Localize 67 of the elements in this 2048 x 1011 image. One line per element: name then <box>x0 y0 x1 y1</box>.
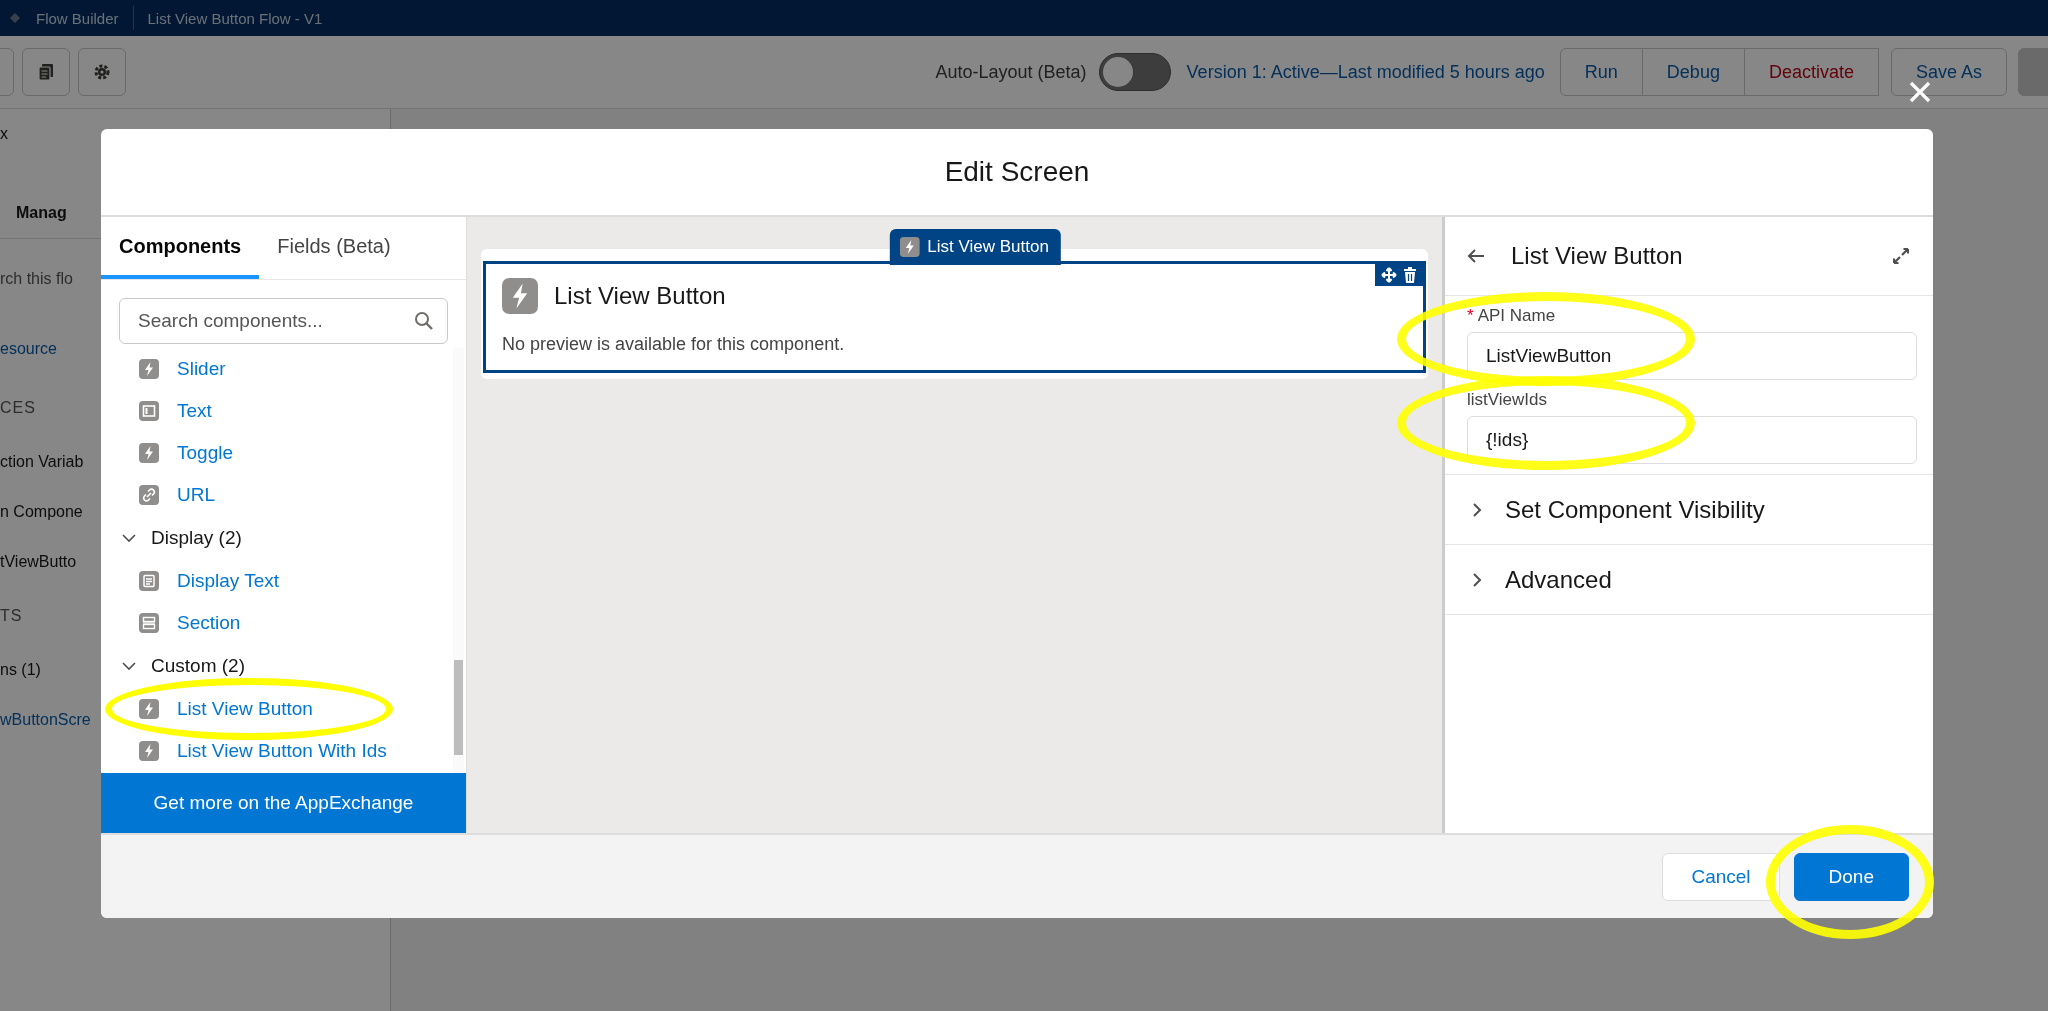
bolt-icon <box>139 359 159 379</box>
back-arrow-icon <box>1467 248 1485 264</box>
search-field[interactable]: Search components... <box>119 298 448 344</box>
bolt-icon <box>139 443 159 463</box>
app-title: Flow Builder <box>36 9 119 27</box>
action-button[interactable]: Deactivate <box>1743 48 1879 96</box>
component-item[interactable]: URL <box>177 484 215 506</box>
sidebar-link[interactable]: wButtonScre <box>0 711 91 729</box>
flow-name: List View Button Flow - V1 <box>147 9 323 27</box>
component-item[interactable]: Slider <box>177 358 226 380</box>
scrollbar[interactable] <box>453 348 464 773</box>
group-heading[interactable]: Display (2) <box>151 527 242 549</box>
component-item[interactable]: List View Button With Ids <box>177 740 387 762</box>
trash-icon <box>1403 267 1417 283</box>
copy-button[interactable] <box>22 48 70 96</box>
group-heading[interactable]: Custom (2) <box>151 655 245 677</box>
sidebar-item[interactable]: n Compone <box>0 503 83 521</box>
component-item[interactable]: Section <box>177 612 241 634</box>
sidebar-item[interactable]: ction Variab <box>0 453 84 471</box>
app-logo-icon <box>8 11 22 25</box>
new-resource-button[interactable]: esource <box>0 340 57 358</box>
component-card[interactable]: List View Button No preview is available for this component. <box>483 261 1426 373</box>
bolt-icon <box>502 278 538 314</box>
bolt-icon <box>139 741 159 761</box>
card-message: No preview is available for this component. <box>502 334 846 355</box>
version-status: Version 1: Active—Last modified 5 hours ago <box>1186 61 1545 83</box>
section-heading: CES <box>0 399 36 417</box>
bolt-icon <box>139 699 159 719</box>
auto-layout-toggle[interactable] <box>1098 53 1171 91</box>
link-icon <box>139 485 159 505</box>
copy-icon <box>38 63 54 81</box>
section-heading: TS <box>0 607 23 625</box>
sidebar-tab[interactable]: Manag <box>16 204 67 222</box>
bolt-icon <box>899 237 920 257</box>
component-item[interactable]: Toggle <box>177 442 233 464</box>
search-icon <box>414 311 434 331</box>
expand-icon <box>1893 248 1909 264</box>
cancel-button[interactable]: Cancel <box>1662 852 1780 901</box>
sidebar-item[interactable]: x <box>0 125 8 143</box>
component-item[interactable]: List View Button <box>177 698 313 720</box>
text-field-icon <box>139 401 159 421</box>
field-label: listViewIds <box>1467 390 1547 409</box>
move-icon <box>1381 267 1397 283</box>
sidebar-item[interactable]: tViewButto <box>0 553 77 571</box>
settings-icon <box>93 63 111 81</box>
action-button[interactable]: Run <box>1559 48 1643 96</box>
panel-tab[interactable]: Fields (Beta) <box>259 217 409 279</box>
done-button[interactable]: Done <box>1793 852 1909 901</box>
panel-tab[interactable]: Components <box>101 217 260 279</box>
section-icon <box>139 613 159 633</box>
required-mark: * <box>1467 306 1474 325</box>
sidebar-item[interactable]: ns (1) <box>0 661 41 679</box>
search-field[interactable]: rch this flo <box>0 270 73 288</box>
card-title: List View Button <box>554 282 726 310</box>
field-label: API Name <box>1477 306 1556 325</box>
component-label: List View Button <box>927 237 1049 257</box>
settings-button[interactable] <box>78 48 126 96</box>
component-item[interactable]: Display Text <box>177 570 280 592</box>
panel-title: List View Button <box>1511 242 1684 270</box>
auto-layout-label: Auto-Layout (Beta) <box>935 61 1087 83</box>
document-icon <box>139 571 159 591</box>
appexchange-button[interactable]: Get more on the AppExchange <box>101 773 466 833</box>
action-button[interactable]: Debug <box>1641 48 1745 96</box>
modal-title: Edit Screen <box>944 156 1090 188</box>
close-icon <box>1908 80 1932 104</box>
action-button[interactable]: Save As <box>1890 48 2007 96</box>
component-item[interactable]: Text <box>177 400 212 422</box>
